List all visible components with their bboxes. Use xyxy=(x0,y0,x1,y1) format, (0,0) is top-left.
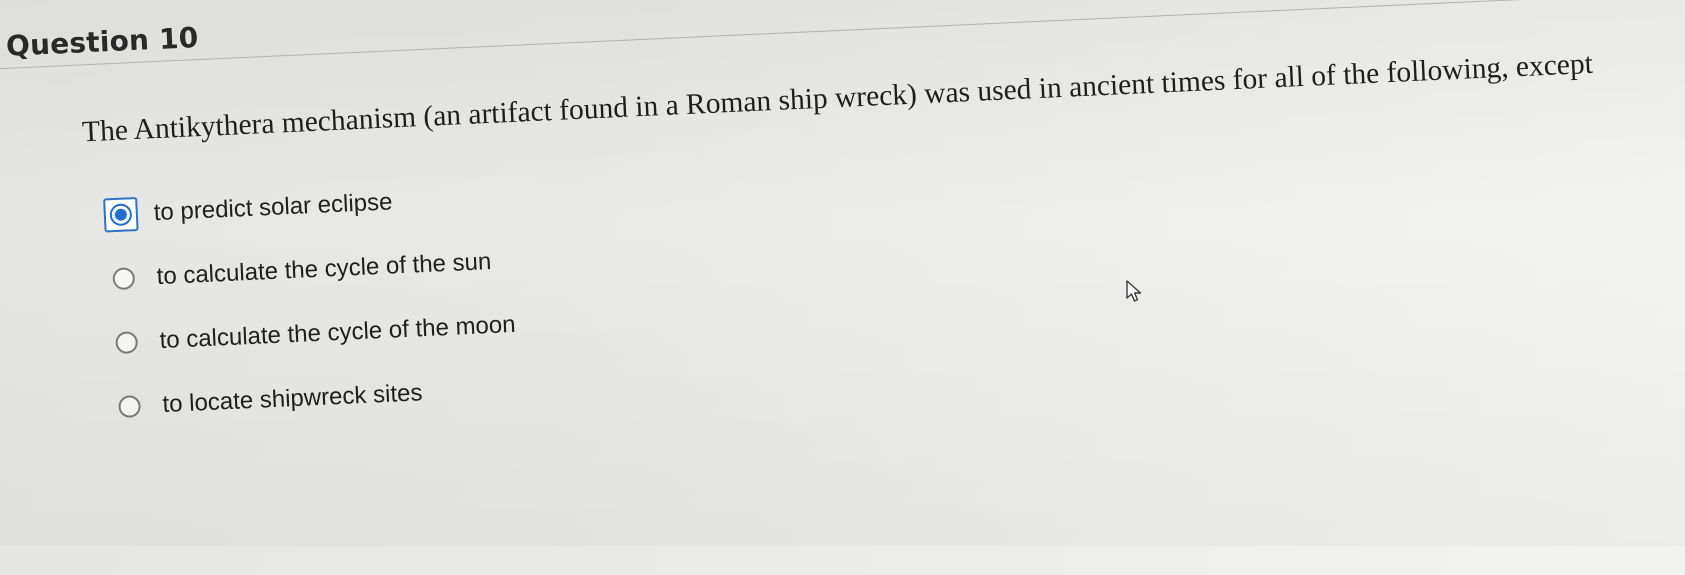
radio-wrap[interactable] xyxy=(109,325,145,361)
option-label[interactable]: to predict solar eclipse xyxy=(153,188,393,227)
radio-focus-ring[interactable] xyxy=(103,196,139,233)
mouse-pointer-icon xyxy=(1126,280,1142,302)
question-title: Question 10 xyxy=(5,21,200,63)
radio-button[interactable] xyxy=(118,395,142,419)
option-label[interactable]: to calculate the cycle of the moon xyxy=(159,311,516,355)
radio-wrap[interactable] xyxy=(112,389,148,425)
radio-button[interactable] xyxy=(112,267,136,291)
radio-wrap[interactable] xyxy=(106,261,142,297)
radio-button[interactable] xyxy=(115,331,139,355)
radio-button-selected[interactable] xyxy=(109,203,133,227)
question-text: The Antikythera mechanism (an artifact f… xyxy=(81,47,1594,149)
option-label[interactable]: to calculate the cycle of the sun xyxy=(156,248,492,291)
question-card: Question 10 The Antikythera mechanism (a… xyxy=(0,0,1685,574)
answer-options: to predict solar eclipse to calculate th… xyxy=(102,165,519,439)
option-label[interactable]: to locate shipwreck sites xyxy=(162,379,423,419)
